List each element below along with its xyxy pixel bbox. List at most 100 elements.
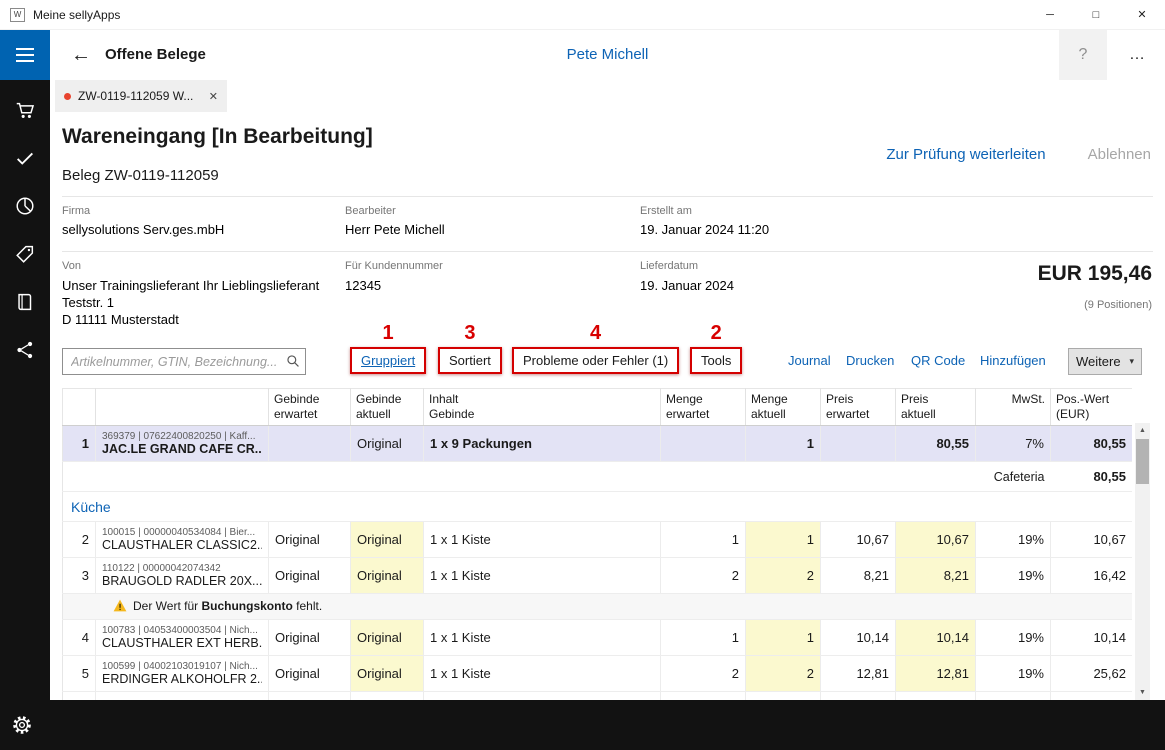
column-header-preis-aktuell[interactable]: Preisaktuell: [896, 389, 976, 426]
print-link[interactable]: Drucken: [846, 353, 894, 368]
forward-for-review-button[interactable]: Zur Prüfung weiterleiten: [886, 146, 1045, 163]
row-number: 4: [63, 620, 96, 656]
article-cell: 100783 | 04053400003504 | Nich... CLAUST…: [96, 620, 269, 656]
qr-code-link[interactable]: QR Code: [911, 353, 965, 368]
document-tab[interactable]: ZW-0119-112059 W... ✕: [55, 80, 227, 112]
sorted-toggle-button[interactable]: Sortiert: [443, 351, 497, 370]
cell-gebinde-aktuell: Original: [351, 522, 424, 558]
article-cell: 100769 | 04002103000037 | Bier...: [96, 692, 269, 701]
von-line3: D 11111 Musterstadt: [62, 312, 179, 327]
article-name: JAC.LE GRAND CAFE CR...: [102, 442, 262, 456]
cell-mwst: 19%: [976, 558, 1051, 594]
table-row[interactable]: 100769 | 04002103000037 | Bier...: [63, 692, 1133, 701]
article-search: [62, 348, 306, 375]
cell-menge-erwartet: 2: [661, 656, 746, 692]
table-row[interactable]: 1 369379 | 07622400820250 | Kaff... JAC.…: [63, 426, 1133, 462]
positions-count: (9 Positionen): [1084, 299, 1152, 311]
cell-pos-wert: [1051, 692, 1133, 701]
grouped-toggle-button[interactable]: Gruppiert: [355, 351, 421, 370]
app-header: ← Pete Michell Offene Belege ? …: [50, 30, 1165, 80]
gear-icon[interactable]: [11, 714, 33, 741]
cell-gebinde-erwartet: [269, 692, 351, 701]
minimize-button[interactable]: ─: [1027, 0, 1073, 29]
user-name: Pete Michell: [50, 30, 1165, 80]
table-row[interactable]: 2 100015 | 00000040534084 | Bier... CLAU…: [63, 522, 1133, 558]
column-header-menge-aktuell[interactable]: Mengeaktuell: [746, 389, 821, 426]
document-actions: Zur Prüfung weiterleiten Ablehnen: [886, 146, 1151, 163]
cell-menge-aktuell: 2: [746, 656, 821, 692]
column-header-preis-erwartet[interactable]: Preiserwartet: [821, 389, 896, 426]
cell-gebinde-aktuell: Original: [351, 558, 424, 594]
weitere-dropdown-button[interactable]: Weitere ▾: [1068, 348, 1142, 375]
problems-errors-button[interactable]: Probleme oder Fehler (1): [517, 351, 674, 370]
journal-link[interactable]: Journal: [788, 353, 831, 368]
close-button[interactable]: ✕: [1119, 0, 1165, 29]
cell-pos-wert: 16,42: [1051, 558, 1133, 594]
annotation-number: 4: [514, 322, 677, 345]
cart-icon[interactable]: [0, 86, 50, 134]
vertical-scrollbar[interactable]: ▲ ▼: [1135, 423, 1150, 700]
reject-button[interactable]: Ablehnen: [1088, 146, 1151, 163]
cell-menge-erwartet: 1: [661, 620, 746, 656]
table-row[interactable]: 4 100783 | 04053400003504 | Nich... CLAU…: [63, 620, 1133, 656]
tag-icon[interactable]: [0, 230, 50, 278]
hamburger-menu-icon[interactable]: [0, 30, 50, 80]
column-header-inhalt-gebinde[interactable]: InhaltGebinde: [424, 389, 661, 426]
document-title: Wareneingang [In Bearbeitung]: [62, 125, 373, 149]
kundennummer-value: 12345: [345, 278, 381, 293]
cell-gebinde-erwartet: Original: [269, 558, 351, 594]
document-number: Beleg ZW-0119-112059: [62, 167, 219, 184]
titlebar: W Meine sellyApps ─ □ ✕: [0, 0, 1165, 30]
column-header-gebinde-aktuell[interactable]: Gebindeaktuell: [351, 389, 424, 426]
article-name: ERDINGER ALKOHOLFR 2...: [102, 672, 262, 686]
search-input[interactable]: [62, 348, 306, 375]
scrollbar-thumb[interactable]: [1136, 439, 1149, 484]
firma-label: Firma: [62, 205, 90, 217]
lieferdatum-value: 19. Januar 2024: [640, 278, 734, 293]
pie-chart-icon[interactable]: [0, 182, 50, 230]
subtotal-value: 80,55: [1051, 462, 1133, 492]
main-content: Wareneingang [In Bearbeitung] Zur Prüfun…: [50, 112, 1165, 700]
von-line1: Unser Trainingslieferant Ihr Lieblingsli…: [62, 278, 319, 293]
cell-inhalt: 1 x 1 Kiste: [424, 558, 661, 594]
column-header-gebinde-erwartet[interactable]: Gebindeerwartet: [269, 389, 351, 426]
book-icon[interactable]: [0, 278, 50, 326]
row-number: 2: [63, 522, 96, 558]
erstellt-value: 19. Januar 2024 11:20: [640, 222, 769, 237]
cell-gebinde-aktuell: Original: [351, 656, 424, 692]
article-cell: 369379 | 07622400820250 | Kaff... JAC.LE…: [96, 426, 269, 462]
annotation-number: 3: [440, 322, 500, 345]
cell-menge-aktuell: [746, 692, 821, 701]
warning-text: Der Wert für: [133, 599, 201, 613]
maximize-button[interactable]: □: [1073, 0, 1119, 29]
article-code: 110122 | 00000042074342: [102, 563, 262, 574]
article-name: BRAUGOLD RADLER 20X...: [102, 574, 262, 588]
positions-table-container: Gebindeerwartet Gebindeaktuell InhaltGeb…: [62, 388, 1132, 700]
help-button[interactable]: ?: [1059, 30, 1107, 80]
scroll-up-arrow-icon[interactable]: ▲: [1135, 423, 1150, 438]
column-header-menge-erwartet[interactable]: Mengeerwartet: [661, 389, 746, 426]
article-code: 369379 | 07622400820250 | Kaff...: [102, 431, 262, 442]
cell-menge-aktuell: 1: [746, 426, 821, 462]
divider: [62, 251, 1153, 252]
more-options-button[interactable]: …: [1115, 30, 1159, 80]
subtotal-label: Cafeteria: [976, 462, 1051, 492]
add-link[interactable]: Hinzufügen: [980, 353, 1046, 368]
scroll-down-arrow-icon[interactable]: ▼: [1135, 685, 1150, 700]
cell-gebinde-erwartet: Original: [269, 620, 351, 656]
column-header-mwst[interactable]: MwSt.: [976, 389, 1051, 426]
tools-button[interactable]: Tools: [695, 351, 737, 370]
share-icon[interactable]: [0, 326, 50, 374]
table-row[interactable]: 5 100599 | 04002103019107 | Nich... ERDI…: [63, 656, 1133, 692]
cell-menge-erwartet: 2: [661, 558, 746, 594]
column-header-pos-wert[interactable]: Pos.-Wert(EUR): [1051, 389, 1133, 426]
tab-close-icon[interactable]: ✕: [209, 90, 218, 103]
table-row[interactable]: 3 110122 | 00000042074342 BRAUGOLD RADLE…: [63, 558, 1133, 594]
group-header-row[interactable]: Küche: [63, 492, 1133, 522]
article-cell: 100015 | 00000040534084 | Bier... CLAUST…: [96, 522, 269, 558]
cell-preis-erwartet: 12,81: [821, 656, 896, 692]
warning-cell: Der Wert für Buchungskonto fehlt.: [63, 594, 1133, 620]
von-line2: Teststr. 1: [62, 295, 114, 310]
checkmark-icon[interactable]: [0, 134, 50, 182]
chevron-down-icon: ▾: [1129, 356, 1134, 367]
